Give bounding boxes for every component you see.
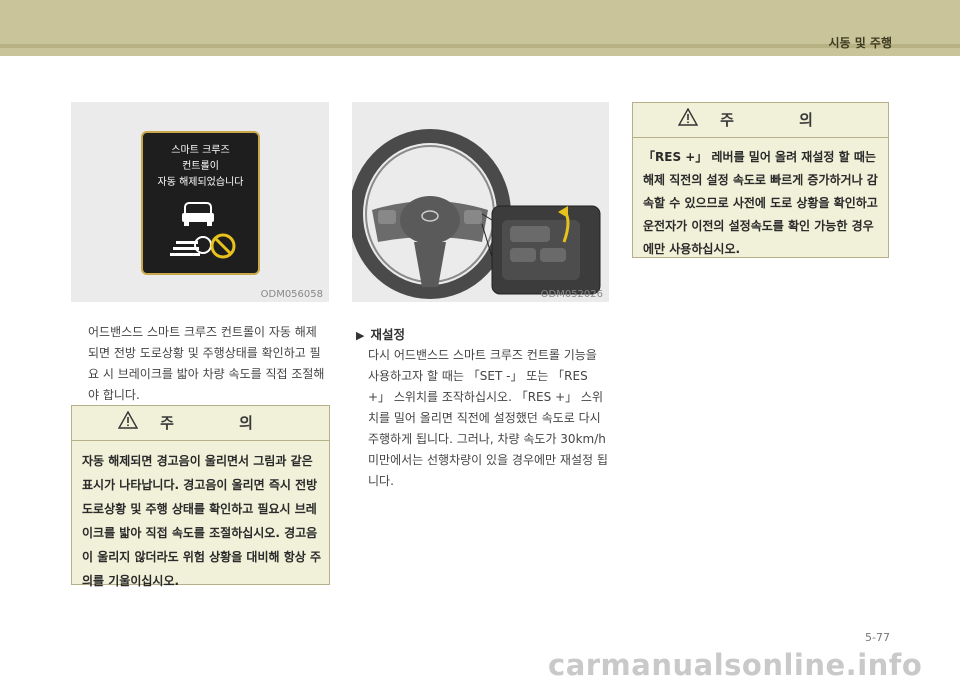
cruise-off-icon [170, 202, 236, 259]
cluster-message-line: 컨트롤이 [182, 161, 219, 172]
cluster-message-line: 자동 해제되었습니다 [157, 177, 244, 188]
page-number: 5-77 [865, 631, 890, 644]
auto-release-paragraph: 어드밴스드 스마트 크루즈 컨트롤이 자동 해제되면 전방 도로상황 및 주행상… [88, 325, 325, 402]
resume-heading-text: 재설정 [370, 327, 405, 342]
caution-box-resume: 주 의 「RES +」 레버를 밀어 올려 재설정 할 때는 해제 직전의 설정… [632, 102, 889, 258]
figure-cluster-warning: 스마트 크루즈 컨트롤이 자동 해제되었습니다 ODM056058 [71, 102, 329, 302]
caution-text: 「RES +」 레버를 밀어 올려 재설정 할 때는 해제 직전의 설정 속도로… [643, 150, 878, 256]
cluster-message-line: 스마트 크루즈 [171, 145, 230, 156]
header-band [0, 0, 960, 56]
caution-text: 자동 해제되면 경고음이 울리면서 그림과 같은 표시가 나타납니다. 경고음이… [82, 454, 322, 588]
steering-wheel-illustration [352, 129, 601, 299]
caution-title: 주 의 [720, 111, 843, 129]
resume-paragraph: 다시 어드밴스드 스마트 크루즈 컨트롤 기능을 사용하고자 할 때는 「SET… [368, 348, 608, 488]
cluster-message: 스마트 크루즈 컨트롤이 자동 해제되었습니다 [143, 143, 258, 191]
header-stripe [0, 44, 960, 48]
caution-box-auto-release: 주 의 자동 해제되면 경고음이 울리면서 그림과 같은 표시가 나타납니다. … [71, 405, 330, 588]
resume-heading: ▶ 재설정 [356, 324, 405, 343]
warning-triangle-icon [677, 104, 699, 138]
cluster-display: 스마트 크루즈 컨트롤이 자동 해제되었습니다 [141, 131, 260, 275]
figure-steering-wheel: ODM052026 [352, 102, 609, 302]
caution-title: 주 의 [160, 414, 283, 432]
section-title: 시동 및 주행 [828, 36, 892, 50]
bullet-triangle-icon: ▶ [356, 329, 365, 342]
figure-code: ODM052026 [540, 289, 603, 300]
caution-header: 주 의 [72, 406, 329, 441]
watermark: carmanualsonline.info [548, 648, 923, 682]
caution-header: 주 의 [633, 103, 888, 138]
warning-triangle-icon [117, 407, 139, 441]
figure-code: ODM056058 [260, 289, 323, 300]
